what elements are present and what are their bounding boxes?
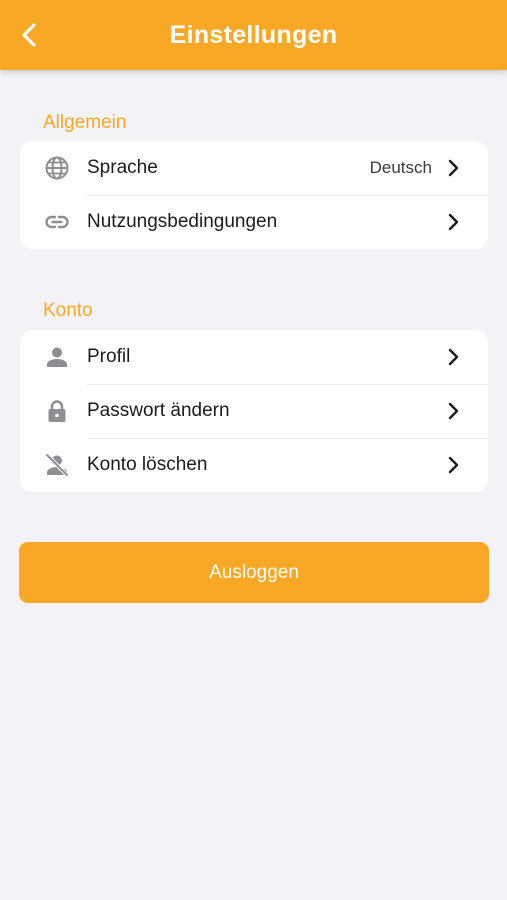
account-settings-card: Profil Passwort ändern Konto löschen: [20, 330, 488, 492]
chevron-right-icon: [446, 158, 460, 178]
settings-row-language[interactable]: Sprache Deutsch: [20, 141, 488, 195]
terms-label: Nutzungsbedingungen: [87, 211, 278, 232]
change-password-label: Passwort ändern: [87, 400, 230, 421]
person-icon: [44, 344, 70, 370]
language-label: Sprache: [87, 157, 158, 178]
settings-row-change-password[interactable]: Passwort ändern: [20, 384, 488, 438]
chevron-left-icon: [22, 23, 36, 47]
logout-button[interactable]: Ausloggen: [19, 542, 489, 603]
settings-screen: Einstellungen Allgemein Sprache Deutsch: [0, 0, 507, 900]
section-title-account: Konto: [43, 300, 93, 321]
language-value: Deutsch: [369, 158, 432, 177]
chevron-right-icon: [446, 455, 460, 475]
person-slash-icon: [44, 452, 70, 478]
back-button[interactable]: [12, 16, 46, 54]
delete-account-label: Konto löschen: [87, 454, 208, 475]
settings-row-profile[interactable]: Profil: [20, 330, 488, 384]
general-settings-card: Sprache Deutsch Nutzungsbedingungen: [20, 141, 488, 249]
chevron-right-icon: [446, 401, 460, 421]
settings-row-terms[interactable]: Nutzungsbedingungen: [20, 195, 488, 249]
section-title-general: Allgemein: [43, 112, 127, 133]
lock-icon: [44, 398, 70, 424]
globe-icon: [44, 155, 70, 181]
logout-label: Ausloggen: [209, 561, 299, 583]
link-icon: [44, 209, 70, 235]
chevron-right-icon: [446, 212, 460, 232]
page-title: Einstellungen: [169, 20, 338, 49]
chevron-right-icon: [446, 347, 460, 367]
navigation-bar: Einstellungen: [0, 0, 507, 70]
profile-label: Profil: [87, 346, 131, 367]
settings-row-delete-account[interactable]: Konto löschen: [20, 438, 488, 492]
